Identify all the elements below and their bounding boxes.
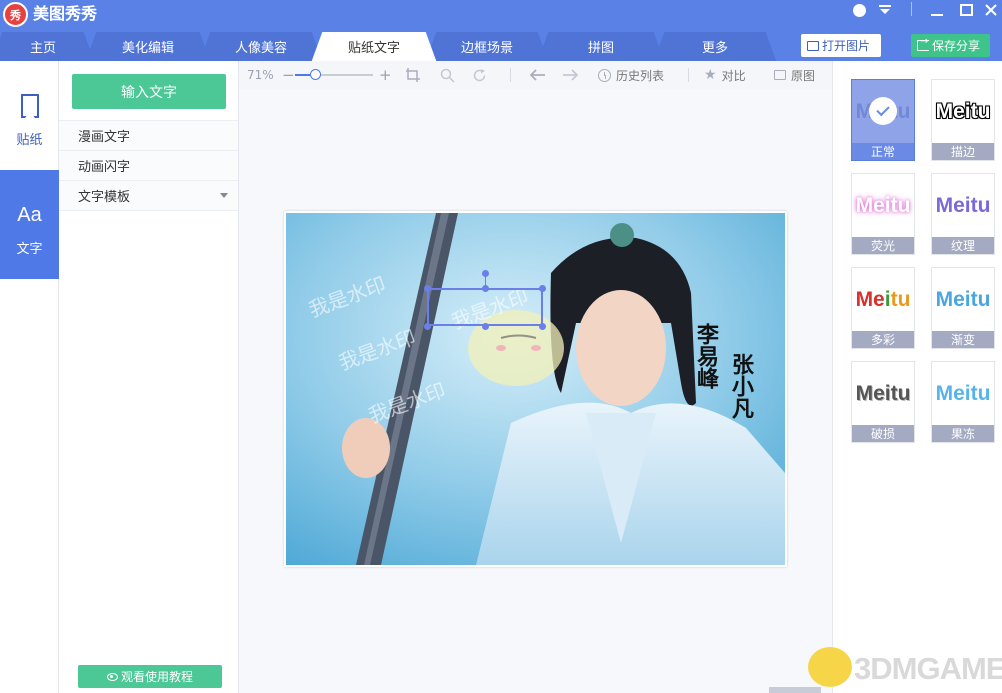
effect-normal[interactable]: Meitu 正常 (851, 79, 915, 161)
menu-dropdown-icon[interactable] (874, 0, 896, 20)
photo-illustration: 我是水印 我是水印 我是水印 我是水印 李易峰 张小凡 (286, 213, 785, 565)
tab-portrait[interactable]: 人像美容 (213, 32, 309, 61)
redo-icon[interactable] (562, 61, 579, 89)
canvas-area: 我是水印 我是水印 我是水印 我是水印 李易峰 张小凡 (239, 89, 832, 693)
effect-glow[interactable]: Meitu 荧光 (851, 173, 915, 255)
crop-icon[interactable] (405, 61, 421, 89)
menu-item-text-template[interactable]: 文字模板 (59, 180, 238, 211)
rotate-handle-stem (485, 275, 486, 287)
effect-label: 果冻 (932, 425, 994, 442)
effect-preview: Meitu (935, 193, 991, 217)
undo-icon[interactable] (529, 61, 546, 89)
resize-handle[interactable] (482, 323, 489, 330)
rotate-icon[interactable] (472, 61, 487, 89)
open-image-button[interactable]: 打开图片 (801, 34, 881, 57)
resize-handle[interactable] (539, 323, 546, 330)
effect-label: 描边 (932, 143, 994, 160)
image-icon (807, 40, 819, 51)
maximize-button[interactable] (955, 0, 977, 20)
effect-colorful[interactable]: Me i tu 多彩 (851, 267, 915, 349)
effect-texture[interactable]: Meitu 纹理 (931, 173, 995, 255)
clock-icon (598, 68, 611, 82)
effect-preview: Meitu (855, 287, 911, 311)
text-effects-panel: Meitu 正常 Meitu 描边 Meitu 荧光 Meitu 纹理 Meit… (832, 61, 1002, 693)
tab-frames[interactable]: 边框场景 (439, 32, 535, 61)
tab-beautify[interactable]: 美化编辑 (99, 32, 197, 61)
zoom-slider-thumb[interactable] (310, 69, 321, 80)
rail-item-label: 文字 (16, 242, 43, 257)
effect-outline[interactable]: Meitu 描边 (931, 79, 995, 161)
text-aa-icon: Aa (17, 203, 42, 226)
rail-item-sticker[interactable]: 贴纸 (0, 61, 59, 171)
close-button[interactable] (980, 0, 1002, 20)
resize-handle[interactable] (539, 285, 546, 292)
main-tab-bar: 主页 美化编辑 人像美容 贴纸文字 边框场景 拼图 更多 打开图片 保存分享 (0, 30, 1002, 61)
zoom-slider-fill (295, 74, 310, 76)
effect-label: 荧光 (852, 237, 914, 254)
resize-handle[interactable] (424, 285, 431, 292)
chevron-down-icon (220, 193, 228, 198)
text-panel: 输入文字 漫画文字 动画闪字 文字模板 观看使用教程 (59, 61, 239, 693)
app-logo: 秀 (3, 2, 28, 27)
toolbar-divider (510, 68, 511, 82)
tab-sticker-text[interactable]: 贴纸文字 (325, 32, 423, 61)
feedback-icon[interactable] (848, 0, 870, 20)
save-share-button[interactable]: 保存分享 (911, 34, 990, 57)
input-text-button[interactable]: 输入文字 (72, 74, 226, 109)
bookmark-icon (20, 94, 39, 118)
title-divider (911, 2, 912, 16)
effect-preview: Meitu (935, 287, 991, 311)
text-selection-box[interactable] (427, 288, 543, 326)
effect-preview: Meitu (935, 99, 991, 123)
tab-collage[interactable]: 拼图 (551, 32, 651, 61)
history-list-button[interactable]: 历史列表 (598, 61, 664, 89)
minimize-button[interactable] (926, 0, 948, 20)
effect-preview: Meitu (855, 381, 911, 405)
zoom-in-icon[interactable]: + (379, 61, 392, 89)
app-title: 美图秀秀 (33, 4, 98, 23)
resize-handle[interactable] (424, 323, 431, 330)
tab-more[interactable]: 更多 (667, 32, 763, 61)
effect-preview: Meitu (935, 381, 991, 405)
effect-jelly[interactable]: Meitu 果冻 (931, 361, 995, 443)
tab-home[interactable]: 主页 (5, 32, 81, 61)
compare-star-icon: ★ (704, 67, 717, 83)
category-rail: 贴纸 Aa 文字 (0, 61, 59, 693)
check-icon (869, 97, 897, 125)
export-icon (917, 36, 929, 51)
effect-label: 渐变 (932, 331, 994, 348)
canvas-toolbar: 71% − + 历史列表 ★ 对比 原图 (239, 61, 832, 89)
menu-item-comic-text[interactable]: 漫画文字 (59, 120, 238, 150)
effect-label: 多彩 (852, 331, 914, 348)
calligraphy-name-right: 张小凡 (728, 353, 754, 420)
original-image-button[interactable]: 原图 (774, 61, 815, 89)
rail-item-label: 贴纸 (16, 133, 43, 148)
effect-label: 破损 (852, 425, 914, 442)
toolbar-divider (688, 68, 689, 82)
effect-gradient[interactable]: Meitu 渐变 (931, 267, 995, 349)
zoom-level: 71% (247, 68, 274, 82)
image-icon (774, 70, 786, 80)
eye-icon (106, 672, 118, 681)
compare-button[interactable]: ★ 对比 (704, 61, 746, 89)
calligraphy-name-left: 李易峰 (693, 323, 720, 390)
watch-tutorial-button[interactable]: 观看使用教程 (78, 665, 222, 688)
site-watermark: 3DMGAME (808, 645, 1002, 691)
title-bar: 秀 美图秀秀 (0, 0, 1002, 30)
effect-label: 正常 (852, 143, 914, 160)
menu-item-animated-text[interactable]: 动画闪字 (59, 150, 238, 180)
rail-item-text[interactable]: Aa 文字 (0, 170, 59, 279)
effect-label: 纹理 (932, 237, 994, 254)
edited-photo[interactable]: 我是水印 我是水印 我是水印 我是水印 李易峰 张小凡 (284, 211, 787, 567)
mascot-logo (808, 647, 852, 687)
effect-preview: Meitu (855, 193, 911, 217)
zoom-out-icon[interactable]: − (282, 61, 295, 89)
effect-broken[interactable]: Meitu 破损 (851, 361, 915, 443)
magnifier-icon[interactable] (440, 61, 455, 89)
